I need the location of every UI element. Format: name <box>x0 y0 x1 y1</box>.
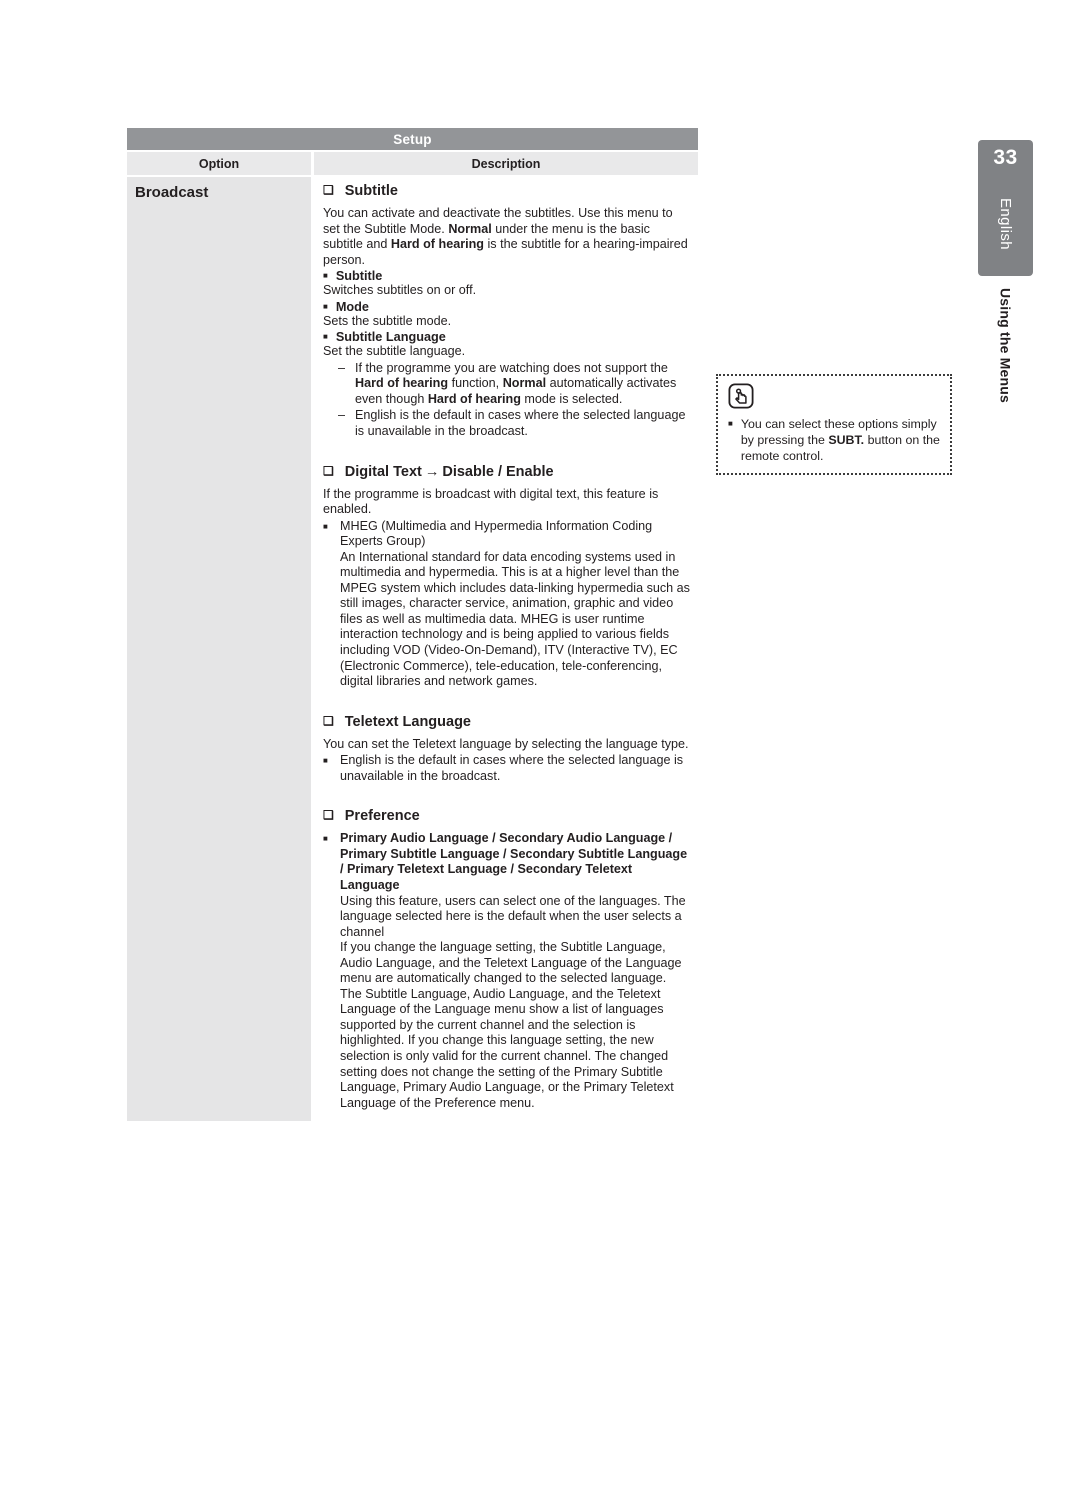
column-header-option: Option <box>127 152 311 175</box>
teletext-bullet-list: ■ English is the default in cases where … <box>323 753 692 784</box>
sub-heading-subtitle-language-label: Subtitle Language <box>335 330 446 345</box>
setup-table: Setup Option Description Broadcast ❑ Sub… <box>127 128 698 1122</box>
preference-body-3: The Subtitle Language, Audio Language, a… <box>340 986 674 1110</box>
section-heading-digital-text-label: Digital Text <box>344 463 422 480</box>
note-text: You can select these options simply by p… <box>741 417 941 464</box>
dash-bold-2: Normal <box>502 376 547 391</box>
note-text-bold: SUBT. <box>828 432 865 447</box>
subtitle-language-text: Set the subtitle language. <box>323 344 466 359</box>
section-heading-digital-text-value: Disable / Enable <box>442 463 554 480</box>
description-cell: ❑ Subtitle You can activate and deactiva… <box>314 177 698 1122</box>
list-item: ■ English is the default in cases where … <box>323 753 692 784</box>
list-item: ■ Primary Audio Language / Secondary Aud… <box>323 831 692 1111</box>
mheg-body: An International standard for data encod… <box>340 549 690 689</box>
chapter-label-text: Using the Menus <box>997 288 1014 404</box>
language-label-text: English <box>997 198 1014 250</box>
preference-body-1: Using this feature, users can select one… <box>340 893 686 939</box>
table-title: Setup <box>393 131 432 147</box>
section-heading-teletext-language-label: Teletext Language <box>344 713 471 730</box>
section-heading-teletext-language: ❑ Teletext Language <box>323 714 692 730</box>
preference-bullet-list: ■ Primary Audio Language / Secondary Aud… <box>323 831 692 1111</box>
dash-text-4: mode is selected. <box>520 391 623 406</box>
dash-bold-1: Hard of hearing <box>355 376 449 391</box>
dash-bold-3: Hard of hearing <box>427 391 521 406</box>
filled-square-bullet-icon: ■ <box>323 301 328 311</box>
subtitle-intro-bold-1: Normal <box>448 221 492 236</box>
section-heading-preference: ❑ Preference <box>323 808 692 824</box>
column-header-description: Description <box>314 152 698 175</box>
subtitle-intro-bold-2: Hard of hearing <box>390 237 484 252</box>
list-item: ■ MHEG (Multimedia and Hypermedia Inform… <box>323 519 692 690</box>
list-item: – English is the default in cases where t… <box>338 408 692 439</box>
square-bullet-icon: ❑ <box>323 463 334 478</box>
filled-square-bullet-icon: ■ <box>323 271 328 281</box>
sub-heading-mode-label: Mode <box>335 299 369 314</box>
sub-heading-subtitle-language: ■ Subtitle Language <box>323 330 692 344</box>
language-label: English <box>978 178 1033 270</box>
sub-heading-mode: ■ Mode <box>323 300 692 314</box>
dash-text-5: English is the default in cases where th… <box>355 408 686 439</box>
column-header-description-label: Description <box>471 156 541 171</box>
column-header-option-label: Option <box>198 156 240 171</box>
dash-bullet-icon: – <box>338 360 346 375</box>
filled-square-bullet-icon: ■ <box>323 834 328 844</box>
filled-square-bullet-icon: ■ <box>323 332 328 342</box>
page-number: 33 <box>993 146 1018 169</box>
sub-heading-subtitle: ■ Subtitle <box>323 269 692 283</box>
filled-square-bullet-icon: ■ <box>323 756 328 766</box>
hand-press-button-icon <box>728 383 754 409</box>
filled-square-bullet-icon: ■ <box>323 521 328 531</box>
table-row: Broadcast ❑ Subtitle You can activate an… <box>127 177 698 1122</box>
mheg-title: MHEG (Multimedia and Hypermedia Informat… <box>340 518 653 549</box>
option-cell: Broadcast <box>127 177 311 1122</box>
sub-heading-subtitle-label: Subtitle <box>335 269 383 284</box>
note-text-row: ■ You can select these options simply by… <box>728 417 941 464</box>
subtitle-intro-paragraph: You can activate and deactivate the subt… <box>323 206 692 268</box>
digital-text-bullet-list: ■ MHEG (Multimedia and Hypermedia Inform… <box>323 519 692 690</box>
dash-bullet-icon: – <box>338 408 346 423</box>
teletext-intro: You can set the Teletext language by sel… <box>323 736 689 751</box>
section-heading-preference-label: Preference <box>344 808 420 825</box>
dash-text-1: If the programme you are watching does n… <box>355 360 668 375</box>
list-item: – If the programme you are watching does … <box>338 361 692 408</box>
digital-text-intro: If the programme is broadcast with digit… <box>323 486 659 517</box>
subtitle-dash-list: – If the programme you are watching does … <box>323 361 692 440</box>
teletext-bullet-text: English is the default in cases where th… <box>340 753 684 783</box>
preference-body-2: If you change the language setting, the … <box>340 940 682 986</box>
table-title-bar: Setup <box>127 128 698 150</box>
manual-page: Setup Option Description Broadcast ❑ Sub… <box>0 0 1080 1488</box>
arrow-right-icon: → <box>424 463 440 480</box>
section-heading-digital-text: ❑ Digital Text → Disable / Enable <box>323 464 692 480</box>
filled-square-bullet-icon: ■ <box>728 419 733 428</box>
dash-text-2: function, <box>448 376 503 391</box>
section-heading-subtitle: ❑ Subtitle <box>323 183 692 199</box>
square-bullet-icon: ❑ <box>323 808 334 823</box>
subtitle-switch-text: Switches subtitles on or off. <box>323 283 477 298</box>
page-number-tab: 33 English <box>978 140 1033 276</box>
subtitle-mode-text: Sets the subtitle mode. <box>323 313 452 328</box>
preference-languages-title: Primary Audio Language / Secondary Audio… <box>340 831 688 892</box>
square-bullet-icon: ❑ <box>323 713 334 728</box>
table-header-row: Option Description <box>127 152 698 175</box>
section-heading-subtitle-label: Subtitle <box>344 183 398 199</box>
chapter-label: Using the Menus <box>978 288 1033 438</box>
option-name: Broadcast <box>135 184 209 201</box>
note-callout-box: ■ You can select these options simply by… <box>716 374 952 476</box>
square-bullet-icon: ❑ <box>323 183 334 197</box>
